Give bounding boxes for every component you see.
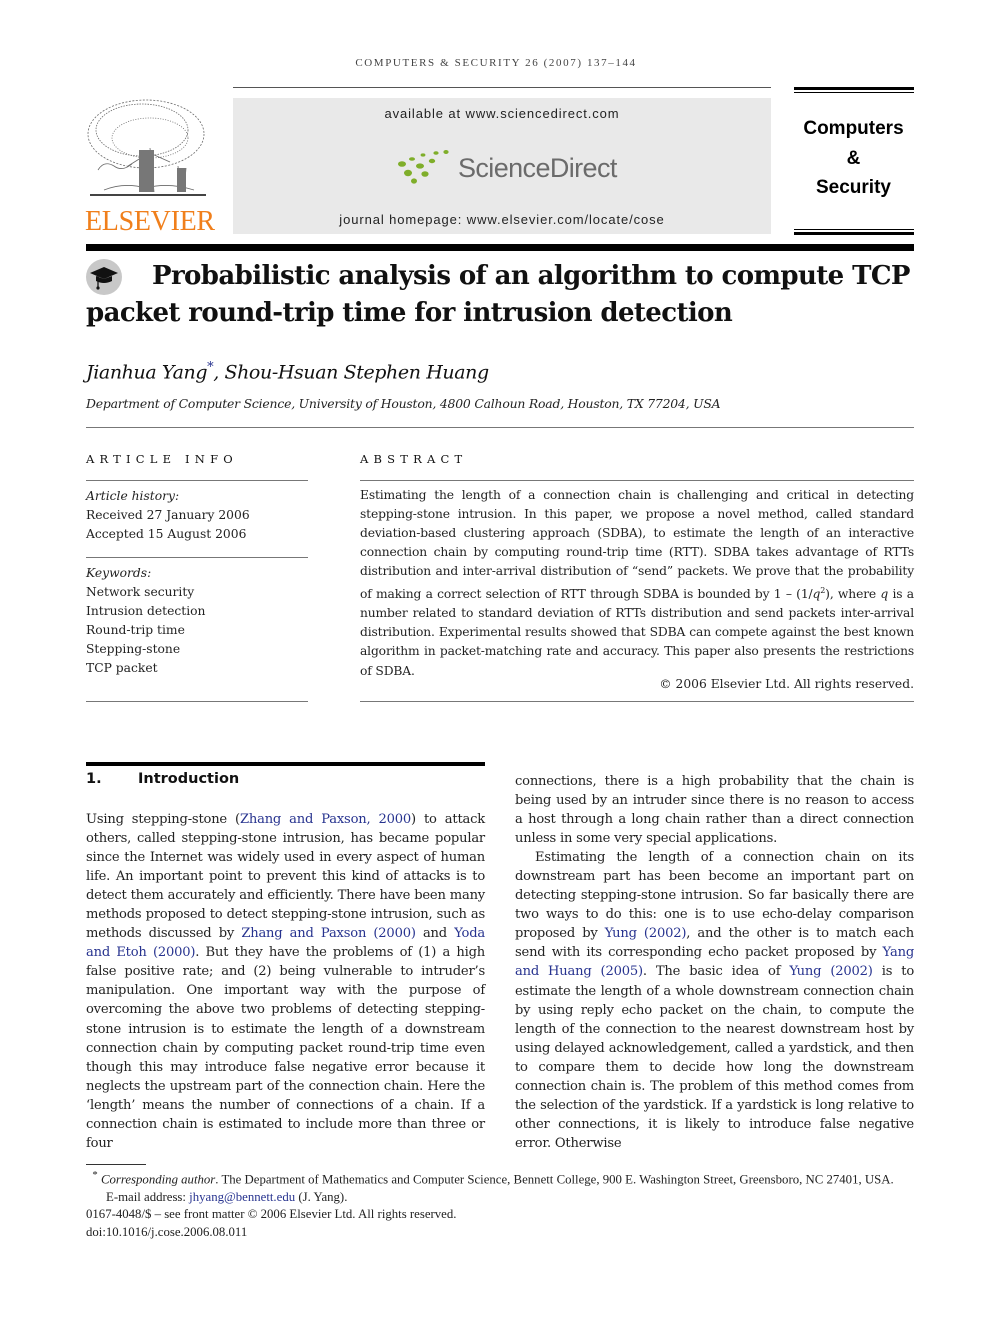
paragraph: Using stepping-stone (Zhang and Paxson, … (86, 810, 485, 1153)
article-history-label: Article history: (86, 489, 180, 503)
footnotes: * Corresponding author. The Department o… (86, 1167, 916, 1241)
keyword: Intrusion detection (86, 604, 206, 618)
title-top-bar (86, 244, 914, 251)
sciencedirect-logo[interactable]: ScienceDirect (396, 148, 617, 188)
history-rule (86, 557, 308, 558)
front-matter: 0167-4048/$ – see front matter © 2006 El… (86, 1207, 457, 1222)
abstract-text-part: ), where (825, 587, 881, 602)
sciencedirect-logo-text: ScienceDirect (458, 152, 617, 183)
abstract-text-part: Estimating the length of a connection ch… (360, 488, 914, 602)
running-head: COMPUTERS & SECURITY 26 (2007) 137–144 (355, 57, 637, 69)
title-line-2: packet round-trip time for intrusion det… (86, 298, 733, 328)
footnote-label: Corresponding author (100, 1172, 216, 1187)
title-line-1: Probabilistic analysis of an algorithm t… (152, 261, 910, 291)
journal-name-line: & (846, 147, 861, 169)
email-suffix: (J. Yang). (295, 1189, 348, 1204)
text-run: is to estimate the length of a whole dow… (515, 964, 915, 1151)
right-column: connections, there is a high probability… (515, 772, 914, 1153)
article-history: Article history: Received 27 January 200… (86, 487, 250, 544)
author-name[interactable]: Jianhua Yang (86, 361, 207, 383)
keywords-rule (86, 701, 308, 702)
abstract-copyright: © 2006 Elsevier Ltd. All rights reserved… (659, 677, 914, 691)
doi[interactable]: doi:10.1016/j.cose.2006.08.011 (86, 1224, 916, 1242)
article-title: Probabilistic analysis of an algorithm t… (86, 258, 916, 332)
email-link[interactable]: jhyang@bennett.edu (189, 1190, 295, 1204)
journal-name-line: Security (816, 177, 891, 198)
section-heading: 1. Introduction (86, 771, 239, 787)
citation-link[interactable]: Zhang and Paxson (2000) (241, 926, 416, 941)
citation-link[interactable]: Zhang and Paxson, 2000 (240, 812, 411, 827)
email-footnote: E-mail address: jhyang@bennett.edu (J. Y… (86, 1189, 916, 1207)
journal-rule-top (794, 87, 914, 90)
keywords-label: Keywords: (86, 566, 152, 580)
text-run: . But they have the problems of (1) a hi… (86, 945, 485, 1151)
journal-homepage-text[interactable]: journal homepage: www.elsevier.com/locat… (233, 212, 771, 227)
corresponding-author-footnote: * Corresponding author. The Department o… (86, 1167, 916, 1189)
header-rule-top (233, 87, 771, 88)
email-label: E-mail address: (106, 1189, 190, 1204)
text-run: Using stepping-stone ( (86, 812, 240, 827)
elsevier-wordmark: ELSEVIER (85, 206, 215, 237)
received-date: Received 27 January 2006 (86, 508, 250, 522)
section-top-bar (86, 762, 485, 766)
article-info-label: ARTICLE INFO (86, 452, 238, 466)
abstract-bottom-rule (360, 701, 914, 702)
author-name[interactable]: Shou-Hsuan Stephen Huang (224, 361, 489, 383)
text-run: . The basic idea of (642, 964, 790, 980)
accepted-date: Accepted 15 August 2006 (86, 527, 247, 541)
available-at-text[interactable]: available at www.sciencedirect.com (233, 106, 771, 121)
affiliation-rule (86, 427, 914, 428)
journal-name: Computers & Security (793, 114, 914, 203)
author-list: Jianhua Yang*, Shou-Hsuan Stephen Huang (86, 360, 489, 383)
keyword: TCP packet (86, 661, 158, 675)
paragraph: Estimating the length of a connection ch… (515, 848, 914, 1153)
citation-link[interactable]: Yung (2002) (605, 926, 687, 941)
elsevier-tree-logo (84, 96, 212, 202)
author-separator: , (213, 361, 225, 384)
paragraph: connections, there is a high probability… (515, 774, 914, 847)
abstract-text: Estimating the length of a connection ch… (360, 486, 914, 681)
citation-link[interactable]: Yung (2002) (789, 964, 873, 979)
keyword: Round-trip time (86, 623, 185, 637)
journal-rule-top-thin (794, 92, 914, 93)
abstract-label: ABSTRACT (360, 452, 468, 466)
sciencedirect-dots-icon (396, 148, 452, 188)
section-number: 1. (86, 771, 102, 787)
keyword: Network security (86, 585, 195, 599)
abstract-rule (360, 480, 914, 481)
text-run: ) to attack others, called stepping-ston… (86, 812, 485, 942)
journal-rule-bottom-thin (794, 229, 914, 230)
footnote-rule (86, 1164, 146, 1165)
math-var-q: q (880, 587, 889, 602)
text-run: and (415, 926, 455, 942)
left-column: Using stepping-stone (Zhang and Paxson, … (86, 810, 485, 1153)
journal-rule-bottom (794, 232, 914, 235)
footnote-mark: * (92, 1170, 98, 1181)
keyword: Stepping-stone (86, 642, 181, 656)
footnote-text: . The Department of Mathematics and Comp… (215, 1172, 894, 1187)
journal-name-line: Computers (803, 118, 904, 139)
section-title: Introduction (138, 771, 240, 787)
article-info-rule (86, 480, 308, 481)
keywords: Keywords: Network security Intrusion det… (86, 564, 205, 678)
affiliation: Department of Computer Science, Universi… (86, 396, 721, 411)
